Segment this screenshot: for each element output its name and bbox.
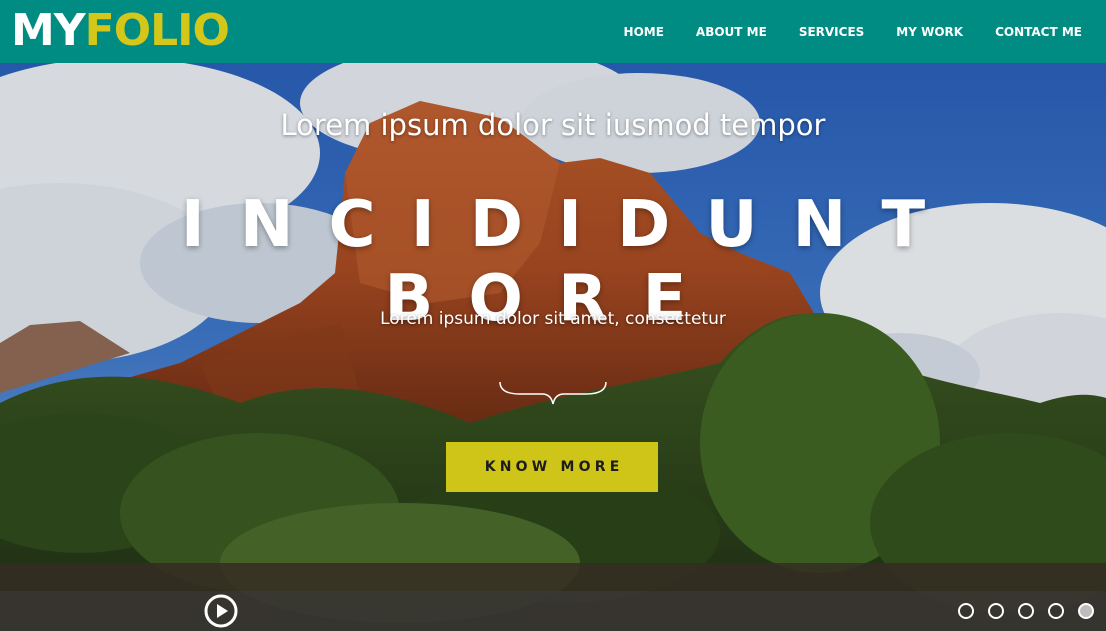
hero-section [0, 63, 1106, 631]
slide-dot-1[interactable] [958, 603, 974, 619]
nav-services[interactable]: SERVICES [799, 25, 864, 39]
nav-contact-me[interactable]: CONTACT ME [995, 25, 1082, 39]
slide-dot-3[interactable] [1018, 603, 1034, 619]
nav-home[interactable]: HOME [624, 25, 664, 39]
hero-subline: Lorem ipsum dolor sit amet, consectetur [380, 309, 726, 329]
slide-dot-5[interactable] [1078, 603, 1094, 619]
play-circle-icon[interactable] [204, 594, 238, 628]
main-nav: HOME ABOUT ME SERVICES MY WORK CONTACT M… [592, 0, 1082, 63]
know-more-button[interactable]: KNOW MORE [446, 442, 658, 492]
decorative-brace-divider [499, 381, 607, 405]
nav-about-me[interactable]: ABOUT ME [696, 25, 767, 39]
logo-part-folio: FOLIO [84, 5, 230, 56]
site-logo[interactable]: MYFOLIO [11, 5, 230, 56]
nav-my-work[interactable]: MY WORK [896, 25, 963, 39]
slider-pagination [944, 603, 1094, 619]
top-header: MYFOLIO HOME ABOUT ME SERVICES MY WORK C… [0, 0, 1106, 63]
hero-eyebrow-text: Lorem ipsum dolor sit iusmod tempor [280, 108, 826, 142]
slide-dot-2[interactable] [988, 603, 1004, 619]
hero-background-image [0, 63, 1106, 631]
slide-dot-4[interactable] [1048, 603, 1064, 619]
slider-controls-bar [0, 591, 1106, 631]
logo-part-my: MY [11, 5, 86, 56]
